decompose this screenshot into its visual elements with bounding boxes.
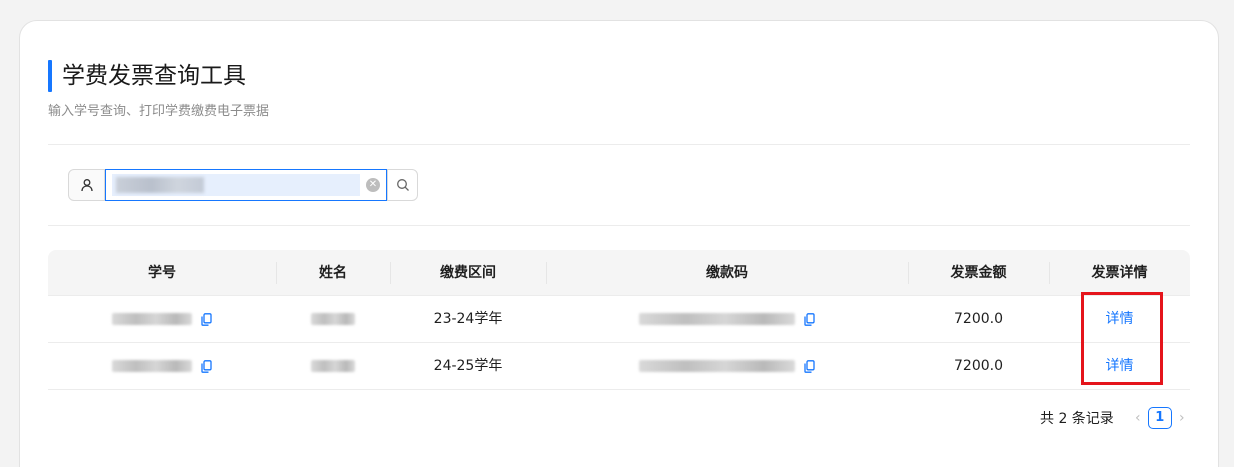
column-header: 学号 [148,265,176,281]
copy-icon[interactable] [804,359,815,373]
redacted-payment-code [639,360,796,372]
total-count: 共 2 条记录 [1040,411,1114,427]
chevron-right-icon[interactable]: › [1172,410,1192,426]
copy-icon[interactable] [804,312,815,326]
redacted-name [311,313,355,325]
column-header: 缴费区间 [440,265,496,281]
period-cell: 23-24学年 [433,311,503,327]
redacted-payment-code [639,313,796,325]
payment-code-cell [546,296,908,342]
table-row: 23-24学年 7200.0 详情 [48,296,1190,343]
column-header: 姓名 [319,265,347,281]
search-icon [396,179,409,191]
search-input-wrapper: ✕ [105,169,387,201]
invoice-table: 学号 姓名 缴费区间 缴款码 发票金额 发票详情 23-24学年 7200.0 … [48,250,1190,390]
highlight-annotation-box [1081,292,1163,385]
payment-code-cell [546,343,908,389]
user-icon [68,169,105,201]
period-cell: 24-25学年 [433,358,503,374]
redacted-student-id [112,313,193,325]
search-button[interactable] [387,169,418,201]
name-cell [276,343,390,389]
title-accent-bar [48,60,52,92]
page-title: 学费发票查询工具 [62,63,246,89]
student-id-cell [48,296,276,342]
pagination: 共 2 条记录 ‹ 1 › [1040,406,1192,430]
close-circle-icon[interactable]: ✕ [366,178,380,192]
page-button-current[interactable]: 1 [1147,407,1172,429]
table-header: 学号 姓名 缴费区间 缴款码 发票金额 发票详情 [48,250,1190,296]
copy-icon[interactable] [201,312,212,326]
redacted-input-value [116,177,204,193]
student-id-cell [48,343,276,389]
redacted-name [311,360,355,372]
copy-icon[interactable] [201,359,212,373]
divider [48,144,1190,145]
amount-cell: 7200.0 [954,358,1003,374]
column-header: 发票详情 [1091,265,1148,281]
column-header: 缴款码 [706,265,748,281]
chevron-left-icon[interactable]: ‹ [1128,410,1148,426]
redacted-student-id [112,360,193,372]
column-header: 发票金额 [950,265,1007,281]
name-cell [276,296,390,342]
table-row: 24-25学年 7200.0 详情 [48,343,1190,390]
divider [48,225,1190,226]
amount-cell: 7200.0 [954,311,1003,327]
page-subtitle: 输入学号查询、打印学费缴费电子票据 [48,104,270,119]
